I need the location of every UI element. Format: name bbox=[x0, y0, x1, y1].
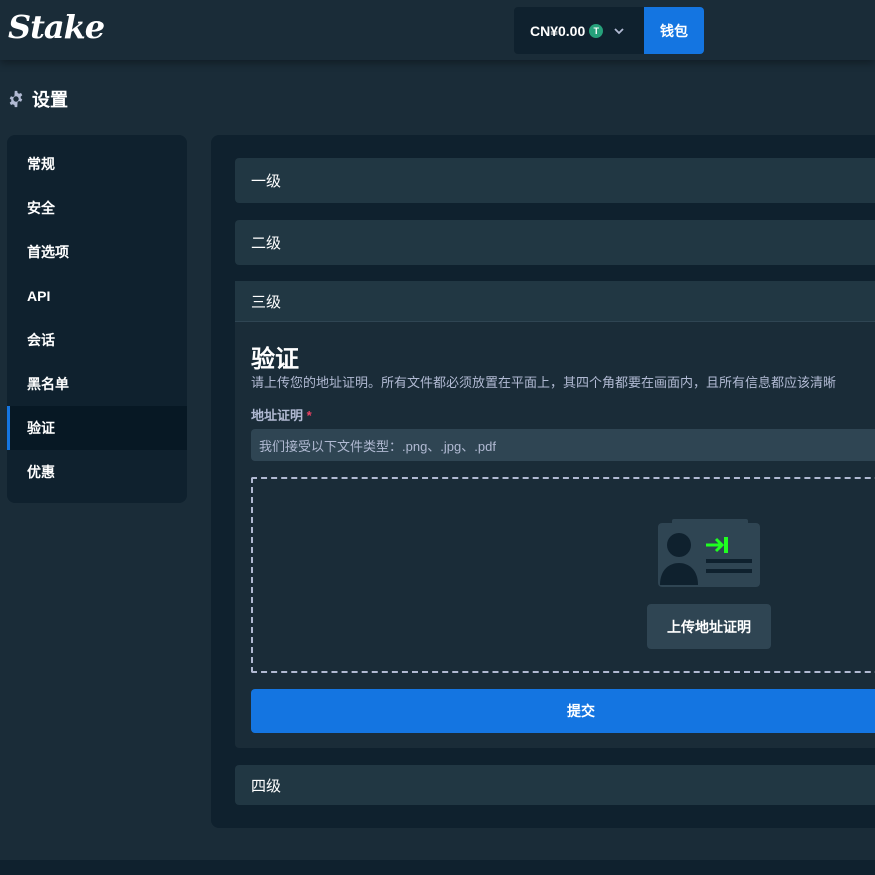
balance-amount: CN¥0.00 bbox=[530, 22, 586, 39]
id-card-icon bbox=[658, 519, 760, 587]
level-4-header[interactable]: 四级 bbox=[235, 765, 875, 805]
level-4-section[interactable]: 四级 bbox=[235, 765, 875, 805]
chevron-down-icon bbox=[614, 27, 624, 34]
verification-panel: 一级 二级 三级 验证 请上传您的地址证明。所有文件都必须放置在平面上，其四个角… bbox=[211, 135, 875, 828]
proof-of-address-label: 地址证明 * bbox=[251, 405, 312, 424]
upload-proof-button[interactable]: 上传地址证明 bbox=[647, 604, 771, 649]
sidebar-item-security[interactable]: 安全 bbox=[7, 186, 187, 230]
upload-dropzone[interactable]: 上传地址证明 bbox=[251, 477, 875, 673]
top-bar: Stake CN¥0.00 T 钱包 bbox=[0, 0, 875, 60]
sidebar-item-ignored-users[interactable]: 黑名单 bbox=[7, 362, 187, 406]
level-2-header[interactable]: 二级 bbox=[235, 220, 875, 265]
sidebar-item-api[interactable]: API bbox=[7, 274, 187, 318]
level-3-section: 三级 验证 请上传您的地址证明。所有文件都必须放置在平面上，其四个角都要在画面内… bbox=[235, 281, 875, 748]
verify-description: 请上传您的地址证明。所有文件都必须放置在平面上，其四个角都要在画面内，且所有信息… bbox=[251, 375, 837, 390]
level-3-header[interactable]: 三级 bbox=[235, 281, 875, 322]
page-title: 设置 bbox=[7, 86, 68, 112]
level-1-section[interactable]: 一级 bbox=[235, 158, 875, 203]
wallet-button[interactable]: 钱包 bbox=[644, 7, 704, 54]
sidebar-item-general[interactable]: 常规 bbox=[7, 142, 187, 186]
accepted-file-types: 我们接受以下文件类型：.png、.jpg、.pdf bbox=[251, 429, 875, 461]
level-2-section[interactable]: 二级 bbox=[235, 220, 875, 265]
usdt-icon: T bbox=[589, 23, 604, 38]
settings-sidebar: 常规 安全 首选项 API 会话 黑名单 验证 优惠 bbox=[7, 135, 187, 503]
sidebar-item-offers[interactable]: 优惠 bbox=[7, 450, 187, 494]
submit-button[interactable]: 提交 bbox=[251, 689, 875, 733]
verify-title: 验证 bbox=[251, 346, 299, 373]
page-title-text: 设置 bbox=[32, 90, 68, 110]
sidebar-item-preferences[interactable]: 首选项 bbox=[7, 230, 187, 274]
balance-selector[interactable]: CN¥0.00 T bbox=[514, 7, 644, 54]
stake-logo[interactable]: Stake bbox=[8, 8, 105, 46]
level-1-header[interactable]: 一级 bbox=[235, 158, 875, 203]
gear-icon bbox=[9, 90, 23, 108]
sidebar-item-sessions[interactable]: 会话 bbox=[7, 318, 187, 362]
footer-edge bbox=[0, 860, 875, 875]
sidebar-item-verify[interactable]: 验证 bbox=[7, 406, 187, 450]
field-label-text: 地址证明 bbox=[251, 408, 304, 423]
required-mark: * bbox=[306, 408, 312, 423]
